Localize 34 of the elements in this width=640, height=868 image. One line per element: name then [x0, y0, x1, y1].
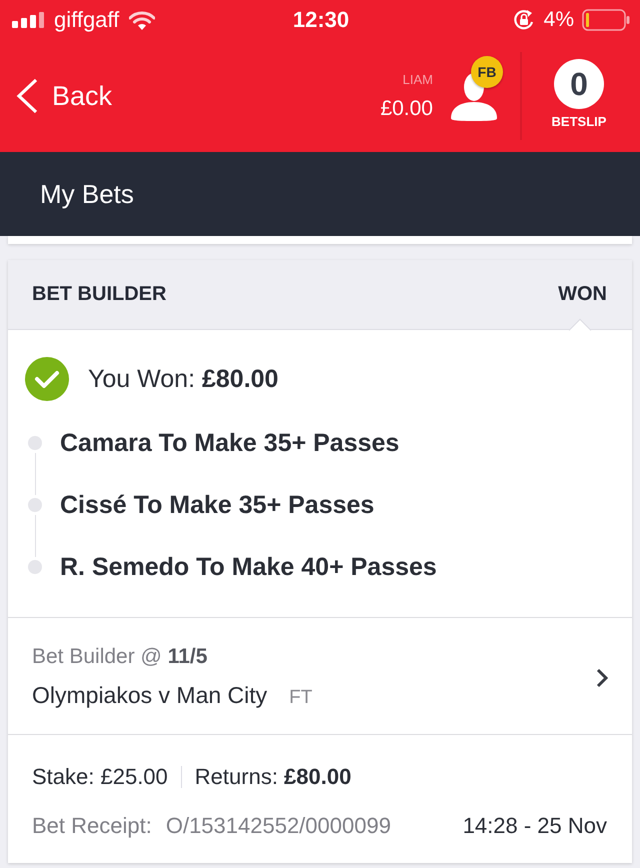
- selection-text: Camara To Make 35+ Passes: [60, 428, 400, 458]
- selection-text: R. Semedo To Make 40+ Passes: [60, 552, 437, 582]
- check-circle-icon: [25, 357, 69, 401]
- market-odds: Bet Builder @ 11/5: [32, 644, 208, 670]
- user-badge: FB: [471, 56, 503, 88]
- receipt-number: O/153142552/0000099: [166, 812, 391, 840]
- status-time: 12:30: [292, 7, 350, 33]
- returns-amount: Returns: £80.00: [194, 763, 352, 791]
- winnings-text: You Won: £80.00: [88, 364, 278, 394]
- selection-text: Cissé To Make 35+ Passes: [60, 490, 374, 520]
- event-name[interactable]: Olympiakos v Man City: [32, 680, 268, 710]
- wifi-icon: [129, 10, 156, 30]
- username: LIAM: [402, 72, 433, 86]
- betslip-button[interactable]: 0 BETSLIP: [536, 59, 622, 129]
- bet-result: WON: [558, 283, 607, 306]
- chevron-left-icon: [16, 78, 38, 114]
- event-status: FT: [289, 686, 312, 710]
- selection-dot-icon: [28, 436, 42, 450]
- account-balance: £0.00: [380, 96, 433, 120]
- stake-amount: Stake: £25.00: [32, 763, 168, 791]
- chevron-right-icon[interactable]: [596, 668, 608, 688]
- signal-icon: [12, 12, 44, 28]
- betslip-count: 0: [554, 59, 604, 109]
- receipt-label: Bet Receipt:: [32, 812, 152, 840]
- page-title: My Bets: [40, 178, 134, 210]
- battery-icon: [582, 9, 630, 31]
- bet-type: BET BUILDER: [32, 283, 166, 306]
- battery-percentage: 4%: [544, 8, 574, 32]
- selection-dot-icon: [28, 560, 42, 574]
- back-button[interactable]: Back: [0, 72, 116, 120]
- carrier-name: giffgaff: [54, 7, 120, 33]
- rotation-lock-icon: [512, 8, 536, 32]
- selection-dot-icon: [28, 498, 42, 512]
- placed-datetime: 14:28 - 25 Nov: [462, 812, 607, 840]
